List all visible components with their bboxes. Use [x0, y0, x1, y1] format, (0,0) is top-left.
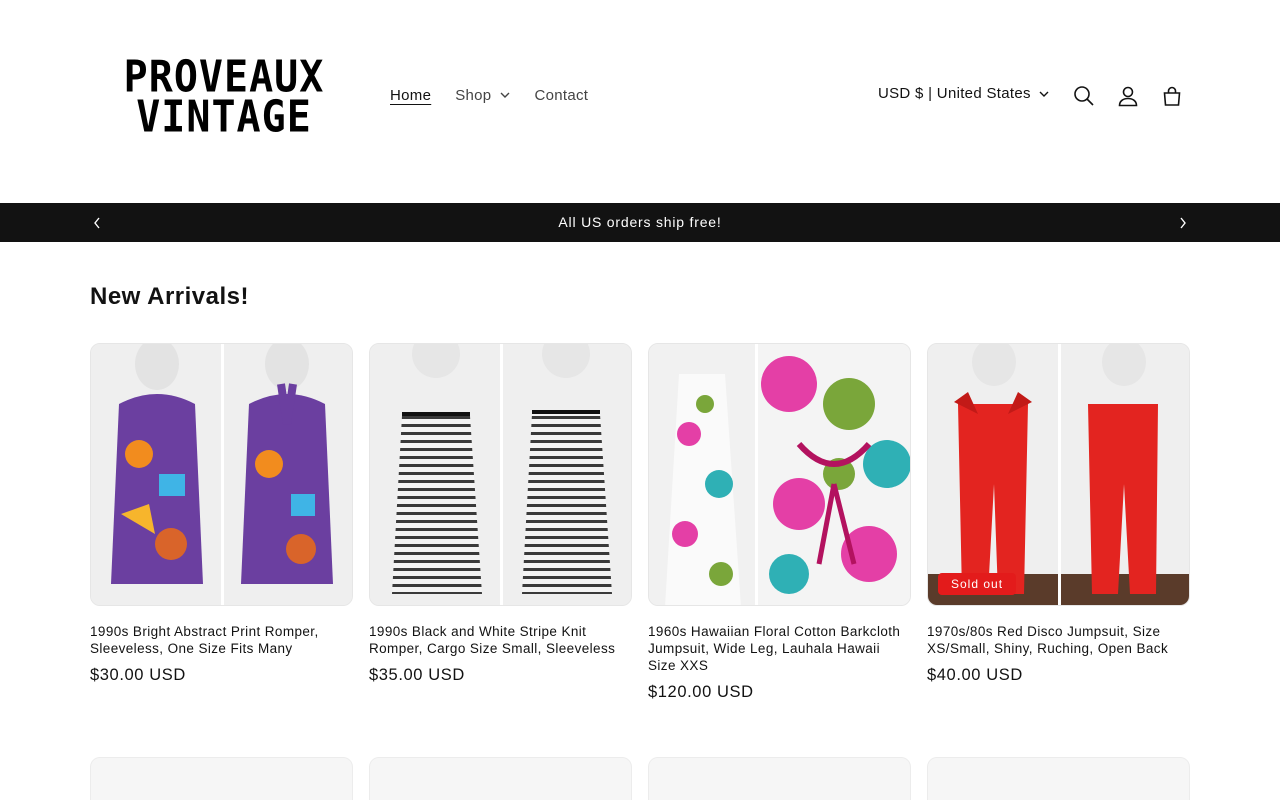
product-title[interactable]: 1990s Bright Abstract Print Romper, Slee…	[90, 623, 353, 657]
chevron-down-icon	[500, 92, 510, 98]
currency-selector[interactable]: USD $ | United States	[878, 85, 1049, 102]
product-price: $120.00 USD	[648, 683, 754, 701]
product-price: $30.00 USD	[90, 666, 186, 684]
account-icon	[1118, 86, 1138, 107]
product-card-partial[interactable]	[927, 757, 1190, 800]
product-card[interactable]: Sold out 1970s/80s Red Disco Jumpsuit, S…	[927, 343, 1190, 685]
account-button[interactable]	[1112, 80, 1144, 112]
product-card[interactable]: 1990s Black and White Stripe Knit Romper…	[369, 343, 632, 685]
announcement-next-button[interactable]	[1173, 213, 1193, 233]
product-title[interactable]: 1960s Hawaiian Floral Cotton Barkcloth J…	[648, 623, 911, 674]
site-logo[interactable]: PROVEAUX VINTAGE	[122, 56, 326, 143]
product-card-partial[interactable]	[369, 757, 632, 800]
product-photo-romper-abstract	[91, 344, 352, 605]
product-price: $35.00 USD	[369, 666, 465, 684]
nav-shop-dropdown[interactable]: Shop	[455, 87, 510, 104]
nav-contact-link[interactable]: Contact	[534, 87, 588, 104]
main-nav: Home Shop Contact	[378, 84, 612, 106]
product-image[interactable]: Sold out	[927, 343, 1190, 606]
nav-home-link[interactable]: Home	[390, 87, 431, 104]
product-card[interactable]: 1990s Bright Abstract Print Romper, Slee…	[90, 343, 353, 685]
chevron-down-icon	[1039, 91, 1049, 97]
product-title[interactable]: 1990s Black and White Stripe Knit Romper…	[369, 623, 632, 657]
product-photo-jumpsuit-floral	[649, 344, 910, 605]
product-card-partial[interactable]	[90, 757, 353, 800]
cart-button[interactable]	[1156, 80, 1188, 112]
product-photo-jumpsuit-red	[928, 344, 1189, 605]
product-card[interactable]: 1960s Hawaiian Floral Cotton Barkcloth J…	[648, 343, 911, 702]
cart-icon	[1163, 86, 1181, 106]
sold-out-badge: Sold out	[938, 573, 1017, 595]
announcement-bar: All US orders ship free!	[0, 203, 1280, 242]
section-title: New Arrivals!	[90, 283, 250, 310]
product-photo-romper-stripe	[370, 344, 631, 605]
product-price: $40.00 USD	[927, 666, 1023, 684]
product-image[interactable]	[648, 343, 911, 606]
product-card-partial[interactable]	[648, 757, 911, 800]
product-image[interactable]	[90, 343, 353, 606]
product-image[interactable]	[369, 343, 632, 606]
search-button[interactable]	[1068, 80, 1100, 112]
currency-label: USD $ | United States	[878, 85, 1031, 102]
chevron-right-icon	[1180, 217, 1186, 229]
logo-line-2: VINTAGE	[136, 92, 312, 143]
nav-shop-label: Shop	[455, 86, 492, 104]
site-header: PROVEAUX VINTAGE Home Shop Contact USD $…	[0, 0, 1280, 203]
announcement-text: All US orders ship free!	[558, 214, 722, 230]
product-title[interactable]: 1970s/80s Red Disco Jumpsuit, Size XS/Sm…	[927, 623, 1190, 657]
search-icon	[1074, 86, 1094, 106]
